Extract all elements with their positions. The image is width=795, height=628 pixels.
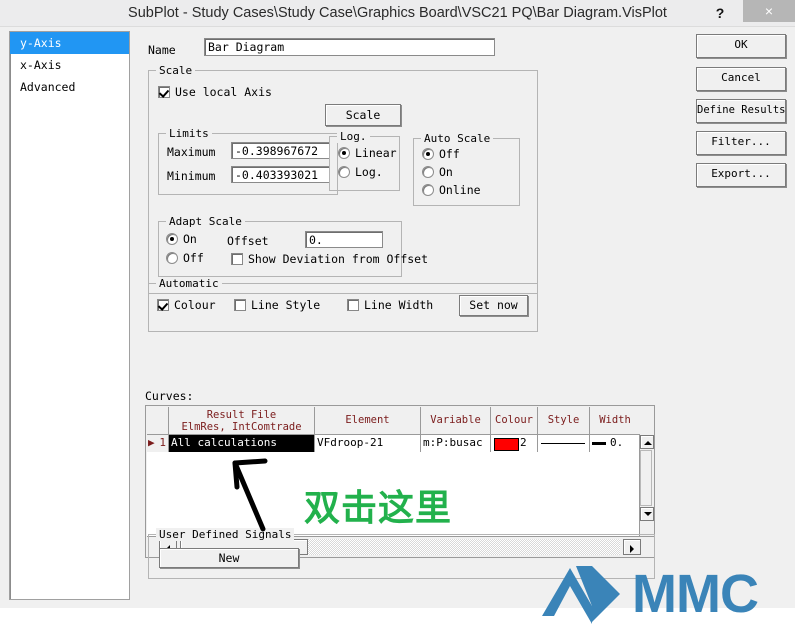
annotation-arrow-icon xyxy=(232,458,268,532)
log-group: Log. Linear Log. xyxy=(329,130,400,191)
col-header-width[interactable]: Width xyxy=(590,407,640,435)
automatic-line-width-checkbox[interactable] xyxy=(347,299,359,311)
dialog-body: y-Axis x-Axis Advanced OK Cancel Define … xyxy=(0,26,795,624)
ok-button[interactable]: OK xyxy=(696,34,786,58)
adapt-scale-radio-off-label: Off xyxy=(183,251,204,265)
automatic-line-width-label: Line Width xyxy=(364,298,434,312)
scale-group-legend: Scale xyxy=(156,64,196,77)
minimum-input[interactable]: -0.403393021 xyxy=(231,166,330,183)
auto-scale-radio-off[interactable] xyxy=(422,148,434,160)
maximum-label: Maximum xyxy=(167,145,216,159)
scroll-down-button[interactable] xyxy=(640,507,654,521)
show-deviation-label: Show Deviation from Offset xyxy=(248,252,429,266)
curves-label: Curves: xyxy=(145,389,194,403)
log-radio-linear-label: Linear xyxy=(355,146,397,160)
scale-button[interactable]: Scale xyxy=(325,104,401,126)
cell-element[interactable]: VFdroop-21 xyxy=(315,435,421,452)
scale-group: Scale Use local Axis Scale Limits Maximu… xyxy=(148,64,538,294)
adapt-scale-group: Adapt Scale On Off Offset 0. Show Deviat… xyxy=(158,215,428,277)
adapt-scale-radio-off[interactable] xyxy=(166,252,178,264)
vertical-scroll-thumb[interactable] xyxy=(640,450,652,506)
curves-table-header: Result File ElmRes, IntComtrade Element … xyxy=(147,407,640,435)
use-local-axis-checkbox[interactable] xyxy=(158,86,170,98)
show-deviation-checkbox[interactable] xyxy=(231,253,243,265)
auto-scale-group: Auto Scale Off On Online xyxy=(413,132,520,206)
limits-group: Limits Maximum -0.398967672 Minimum -0.4… xyxy=(158,127,338,195)
close-icon[interactable]: × xyxy=(743,0,795,22)
col-header-result-file[interactable]: Result File ElmRes, IntComtrade xyxy=(169,407,315,435)
cell-width[interactable]: 0. xyxy=(590,435,640,452)
colour-index-label: 2 xyxy=(520,436,527,449)
name-label: Name xyxy=(148,43,176,57)
sidebar-item-label: y-Axis xyxy=(20,36,62,50)
help-button[interactable]: ? xyxy=(703,0,737,26)
col-header-element[interactable]: Element xyxy=(315,407,421,435)
auto-scale-radio-online[interactable] xyxy=(422,184,434,196)
sidebar: y-Axis x-Axis Advanced xyxy=(9,31,130,600)
log-radio-log[interactable] xyxy=(338,166,350,178)
export-button[interactable]: Export... xyxy=(696,163,786,187)
row-index-label: 1 xyxy=(159,436,166,449)
mmc-watermark-text: MMC xyxy=(632,564,759,624)
automatic-line-style-checkbox[interactable] xyxy=(234,299,246,311)
adapt-scale-group-legend: Adapt Scale xyxy=(166,215,245,228)
auto-scale-radio-online-label: Online xyxy=(439,183,481,197)
col-header-variable[interactable]: Variable xyxy=(421,407,491,435)
row-index-cell[interactable]: ▶ 1 xyxy=(147,435,169,452)
auto-scale-radio-on[interactable] xyxy=(422,166,434,178)
new-signal-button[interactable]: New xyxy=(159,548,299,568)
colour-swatch xyxy=(494,438,519,451)
mmc-watermark: MMC xyxy=(540,562,790,628)
define-results-button[interactable]: Define Results xyxy=(696,99,786,123)
curves-vertical-scrollbar[interactable] xyxy=(639,435,654,536)
line-width-label: 0. xyxy=(610,436,624,449)
log-radio-log-label: Log. xyxy=(355,165,383,179)
log-radio-linear[interactable] xyxy=(338,147,350,159)
automatic-colour-checkbox[interactable] xyxy=(157,299,169,311)
sidebar-item-advanced[interactable]: Advanced xyxy=(10,76,129,98)
automatic-group: Automatic Colour Line Style Line Width S… xyxy=(148,277,538,332)
scroll-up-button[interactable] xyxy=(640,435,654,449)
line-width-preview-icon xyxy=(592,442,606,445)
auto-scale-group-legend: Auto Scale xyxy=(421,132,494,145)
filter-button[interactable]: Filter... xyxy=(696,131,786,155)
limits-group-legend: Limits xyxy=(166,127,212,140)
use-local-axis-label: Use local Axis xyxy=(175,85,272,99)
name-input[interactable]: Bar Diagram xyxy=(204,38,495,56)
adapt-scale-radio-on[interactable] xyxy=(166,233,178,245)
cell-variable[interactable]: m:P:busac xyxy=(421,435,491,452)
mmc-logo-icon xyxy=(542,566,620,624)
window-title: SubPlot - Study Cases\Study Case\Graphic… xyxy=(128,5,667,21)
col-header-index[interactable] xyxy=(147,407,169,435)
auto-scale-radio-off-label: Off xyxy=(439,147,460,161)
minimum-label: Minimum xyxy=(167,169,216,183)
col-header-style[interactable]: Style xyxy=(538,407,590,435)
cell-style[interactable] xyxy=(538,435,590,452)
set-now-button[interactable]: Set now xyxy=(459,295,528,316)
sidebar-item-label: x-Axis xyxy=(20,58,62,72)
automatic-group-legend: Automatic xyxy=(156,277,222,290)
table-row[interactable]: ▶ 1 All calculations VFdroop-21 m:P:busa… xyxy=(147,435,640,452)
line-style-preview-icon xyxy=(541,443,585,444)
offset-label: Offset xyxy=(227,234,269,248)
chevron-down-icon xyxy=(644,512,652,516)
cancel-button[interactable]: Cancel xyxy=(696,67,786,91)
cell-colour[interactable]: 2 xyxy=(491,435,538,452)
annotation-text: 双击这里 xyxy=(304,488,453,529)
sidebar-item-x-axis[interactable]: x-Axis xyxy=(10,54,129,76)
sidebar-item-y-axis[interactable]: y-Axis xyxy=(10,32,129,54)
automatic-line-style-label: Line Style xyxy=(251,298,321,312)
sidebar-item-label: Advanced xyxy=(20,80,76,94)
title-bar: SubPlot - Study Cases\Study Case\Graphic… xyxy=(0,0,795,26)
maximum-input[interactable]: -0.398967672 xyxy=(231,142,330,159)
automatic-colour-label: Colour xyxy=(174,298,216,312)
row-marker-icon: ▶ xyxy=(148,436,155,449)
col-header-colour[interactable]: Colour xyxy=(491,407,538,435)
auto-scale-radio-on-label: On xyxy=(439,165,453,179)
offset-input[interactable]: 0. xyxy=(305,231,383,248)
chevron-up-icon xyxy=(644,441,652,445)
adapt-scale-radio-on-label: On xyxy=(183,232,197,246)
log-group-legend: Log. xyxy=(337,130,370,143)
cell-result-file[interactable]: All calculations xyxy=(169,435,315,452)
